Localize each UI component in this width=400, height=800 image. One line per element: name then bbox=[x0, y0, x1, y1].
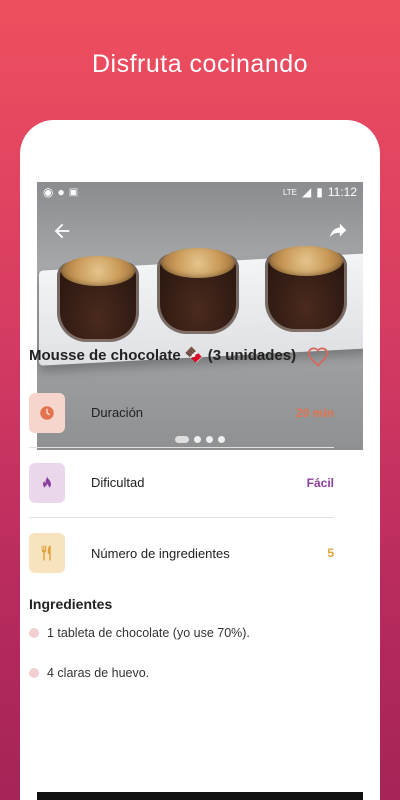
duration-label: Duración bbox=[91, 405, 144, 420]
info-row-duration: Duración 20 min bbox=[29, 378, 334, 448]
recipe-title: Mousse de chocolate 🍫 (3 unidades) bbox=[29, 347, 297, 364]
notification-icon: ● bbox=[57, 185, 65, 199]
recipe-details: Mousse de chocolate 🍫 (3 unidades) Durac… bbox=[29, 342, 334, 680]
mousse-jar bbox=[265, 246, 347, 332]
image-icon: ▣ bbox=[68, 186, 79, 198]
battery-icon: ▮ bbox=[316, 185, 323, 199]
ingredient-text: 1 tableta de chocolate (yo use 70%). bbox=[47, 626, 250, 640]
signal-icon: ◢ bbox=[302, 185, 312, 199]
alarm-icon: ◉ bbox=[43, 185, 54, 199]
info-row-difficulty: Dificultad Fácil bbox=[29, 448, 334, 518]
mousse-jar bbox=[57, 256, 139, 342]
ingredients-count-label: Número de ingredientes bbox=[91, 545, 230, 561]
ingredients-heading: Ingredientes bbox=[29, 596, 113, 612]
back-button[interactable] bbox=[47, 216, 77, 246]
info-row-ingredients-count: Número de ingredientes 5 bbox=[29, 518, 334, 588]
ingredient-item: 1 tableta de chocolate (yo use 70%). bbox=[29, 626, 334, 640]
difficulty-label: Dificultad bbox=[91, 475, 145, 490]
heart-outline-icon bbox=[307, 347, 328, 367]
difficulty-icon-box bbox=[29, 462, 65, 503]
share-arrow-icon bbox=[329, 223, 347, 238]
duration-icon-box bbox=[29, 392, 65, 433]
network-label: LTE bbox=[282, 187, 298, 197]
bullet-icon bbox=[29, 668, 39, 678]
duration-value: 20 min bbox=[295, 405, 334, 420]
navigation-bar bbox=[37, 792, 363, 800]
ingredient-item: 4 claras de huevo. bbox=[29, 666, 334, 680]
ingredients-icon-box bbox=[29, 533, 65, 573]
flame-icon bbox=[43, 475, 51, 489]
difficulty-value: Fácil bbox=[306, 475, 334, 490]
ingredients-count-value: 5 bbox=[327, 546, 334, 560]
timer-icon bbox=[40, 405, 54, 420]
clock: 11:12 bbox=[327, 185, 357, 199]
arrow-back-icon bbox=[54, 223, 70, 239]
bullet-icon bbox=[29, 628, 39, 638]
favorite-button[interactable] bbox=[306, 344, 332, 370]
cutlery-icon bbox=[41, 545, 51, 561]
title-row: Mousse de chocolate 🍫 (3 unidades) bbox=[29, 342, 334, 378]
share-button[interactable] bbox=[323, 216, 353, 246]
ingredient-text: 4 claras de huevo. bbox=[47, 666, 150, 680]
status-bar: ◉ ● ▣ LTE ◢ ▮ 11:12 bbox=[37, 182, 363, 202]
promo-title: Disfruta cocinando bbox=[91, 50, 309, 78]
mousse-jar bbox=[157, 248, 239, 334]
